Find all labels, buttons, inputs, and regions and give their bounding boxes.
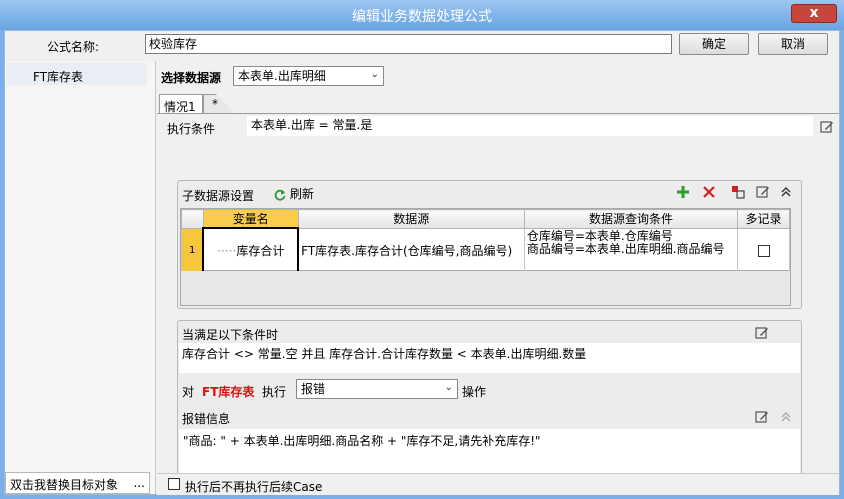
tab-case-1[interactable]: 情况1 xyxy=(159,94,203,114)
chevron-down-icon: ⌄ xyxy=(370,69,379,80)
column-header[interactable]: 数据源查询条件 xyxy=(523,209,739,229)
dialog-window: 编辑业务数据处理公式 x 公式名称: 校验库存 确定 取消 FT库存表 双击我替… xyxy=(0,0,844,499)
error-message-text: "商品: " + 本表单.出库明细.商品名称 + "库存不足,请先补充库存!" xyxy=(183,434,541,448)
more-button[interactable]: ... xyxy=(134,476,145,490)
datasource-select[interactable]: 本表单.出库明细 ⌄ xyxy=(233,66,384,86)
formula-name-input[interactable]: 校验库存 xyxy=(145,34,672,54)
condition-expression[interactable]: 本表单.出库 = 常量.是 xyxy=(247,116,813,136)
add-icon[interactable] xyxy=(676,185,690,199)
target-object-name: FT库存表 xyxy=(202,385,255,399)
column-header[interactable]: 变量名 xyxy=(202,209,299,229)
edit-icon[interactable] xyxy=(755,326,769,340)
datasource-selected: 本表单.出库明细 xyxy=(238,69,326,83)
edit-icon[interactable] xyxy=(820,120,834,134)
error-message-label: 报错信息 xyxy=(182,412,231,426)
execute-label: 执行 xyxy=(262,385,287,399)
tab-new-case[interactable]: * xyxy=(203,94,235,114)
stop-after-execute-checkbox[interactable] xyxy=(168,478,180,490)
collapse-icon[interactable] xyxy=(779,410,793,424)
condition-expression-text: 库存合计 <> 常量.空 并且 库存合计.合计库存数量 < 本表单.出库明细.数… xyxy=(182,347,587,361)
column-header[interactable]: 多记录 xyxy=(737,209,790,229)
rule-group: 当满足以下条件时 库存合计 <> 常量.空 并且 库存合计.合计库存数量 < 本… xyxy=(177,320,802,492)
when-condition-expression[interactable]: 库存合计 <> 常量.空 并且 库存合计.合计库存数量 < 本表单.出库明细.数… xyxy=(179,343,800,373)
condition-label: 执行条件 xyxy=(167,122,216,136)
refresh-button[interactable]: 刷新 xyxy=(274,185,314,202)
variable-name: 库存合计 xyxy=(236,243,285,258)
delete-icon[interactable] xyxy=(702,185,716,199)
footer-bar: 执行后不再执行后续Case xyxy=(157,473,839,495)
chevron-down-icon: ⌄ xyxy=(444,382,453,393)
query-condition-line: 商品编号=本表单.出库明细.商品编号 xyxy=(526,241,725,256)
datasource-label: 选择数据源 xyxy=(161,71,222,85)
action-select[interactable]: 报错 ⌄ xyxy=(296,379,458,399)
refresh-label: 刷新 xyxy=(289,187,314,201)
replace-target-hint[interactable]: 双击我替换目标对象 ... xyxy=(5,472,150,494)
operation-label: 操作 xyxy=(462,385,487,399)
edit-icon[interactable] xyxy=(756,185,770,199)
multi-record-cell[interactable] xyxy=(737,227,790,273)
formula-editor: 选择数据源 本表单.出库明细 ⌄ 情况1 * 执行条件 本表单.出库 = 常量.… xyxy=(157,61,839,495)
table-empty-area xyxy=(180,271,791,306)
query-condition-cell[interactable]: 仓库编号=本表单.仓库编号 商品编号=本表单.出库明细.商品编号 xyxy=(523,227,739,273)
target-object-panel: FT库存表 双击我替换目标对象 ... xyxy=(5,61,156,494)
subsource-group: 子数据源设置 刷新 变量名 数据源 数据源查询条件 多记录 1 ·····库存合… xyxy=(177,180,802,309)
column-header[interactable]: 数据源 xyxy=(297,209,525,229)
formula-name-label: 公式名称: xyxy=(47,40,100,54)
window-title: 编辑业务数据处理公式 xyxy=(352,9,492,25)
cancel-button[interactable]: 取消 xyxy=(758,33,828,55)
refresh-icon xyxy=(274,189,286,201)
stop-after-execute-label: 执行后不再执行后续Case xyxy=(185,480,323,494)
replace-target-label: 双击我替换目标对象 xyxy=(10,478,119,492)
row-number-header xyxy=(181,209,204,229)
close-button[interactable]: x xyxy=(791,4,837,23)
collapse-icon[interactable] xyxy=(779,185,793,199)
multi-record-checkbox[interactable] xyxy=(757,244,770,257)
case-body: 执行条件 本表单.出库 = 常量.是 子数据源设置 刷新 变量名 数据源 数据源… xyxy=(157,113,839,495)
query-condition-line: 仓库编号=本表单.仓库编号 xyxy=(526,228,673,243)
action-selected: 报错 xyxy=(301,382,326,396)
target-prefix-label: 对 xyxy=(182,385,195,399)
copy-icon[interactable] xyxy=(731,185,745,199)
edit-icon[interactable] xyxy=(755,410,769,424)
variable-name-cell[interactable]: ·····库存合计 xyxy=(202,227,300,273)
table-row[interactable]: 1 ·····库存合计 FT库存表.库存合计(仓库编号,商品编号) 仓库编号=本… xyxy=(181,227,790,273)
ok-button[interactable]: 确定 xyxy=(679,33,749,55)
datasource-cell[interactable]: FT库存表.库存合计(仓库编号,商品编号) xyxy=(297,227,525,273)
formula-name-row: 公式名称: 校验库存 确定 取消 xyxy=(5,31,839,61)
client-area: 公式名称: 校验库存 确定 取消 FT库存表 双击我替换目标对象 ... 选择数… xyxy=(4,30,840,495)
target-object-item[interactable]: FT库存表 xyxy=(7,63,147,85)
title-bar[interactable]: 编辑业务数据处理公式 x xyxy=(0,0,844,30)
row-number: 1 xyxy=(181,227,204,273)
subsource-table: 变量名 数据源 数据源查询条件 多记录 1 ·····库存合计 FT库存表.库存… xyxy=(180,208,791,273)
subsource-title: 子数据源设置 xyxy=(182,189,255,203)
when-condition-label: 当满足以下条件时 xyxy=(182,328,279,342)
